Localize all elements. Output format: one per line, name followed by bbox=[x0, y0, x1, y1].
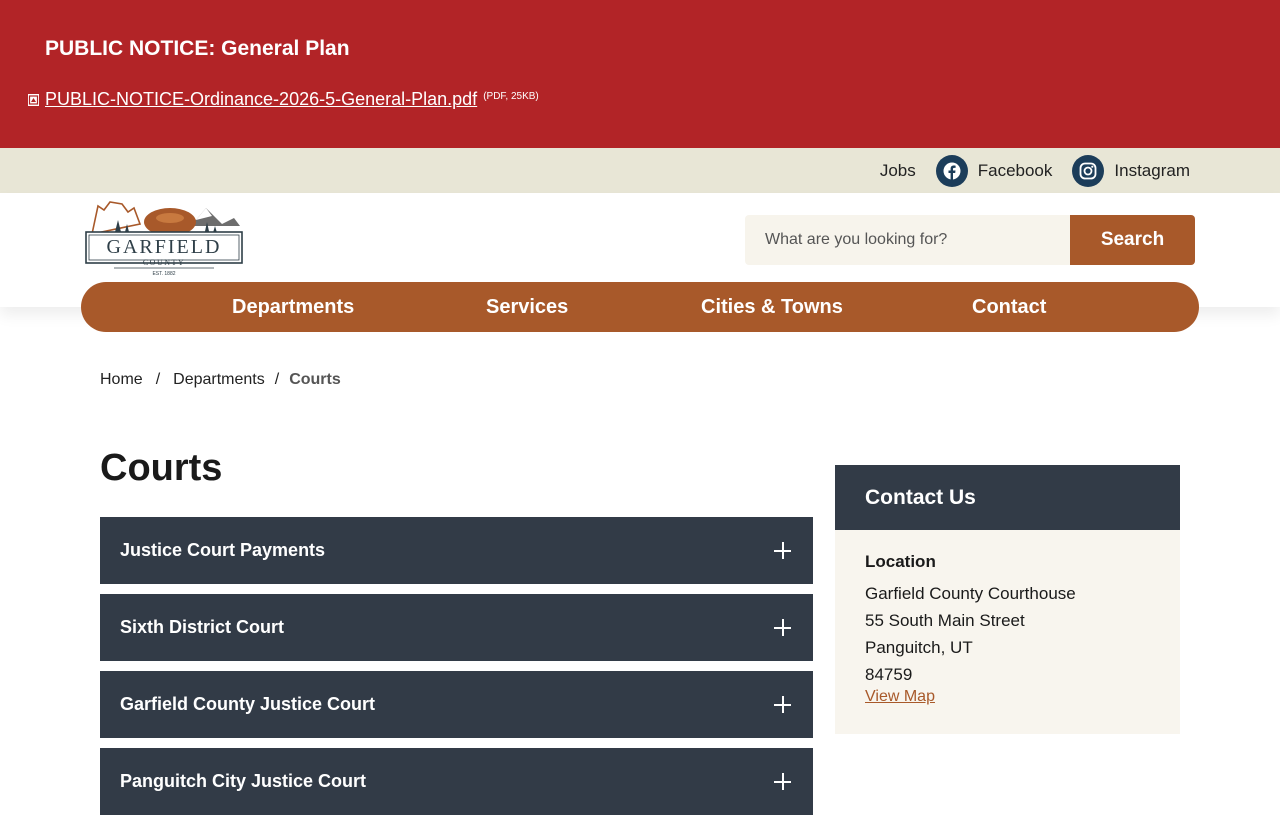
search-button[interactable]: Search bbox=[1070, 215, 1195, 265]
pdf-icon bbox=[27, 93, 40, 107]
notice-pdf-link[interactable]: PUBLIC-NOTICE-Ordinance-2026-5-General-P… bbox=[45, 89, 477, 110]
logo-est: EST. 1882 bbox=[152, 271, 175, 277]
courts-accordion: Justice Court Payments Sixth District Co… bbox=[100, 517, 813, 825]
accordion-label: Panguitch City Justice Court bbox=[120, 771, 367, 791]
file-meta: (PDF, 25KB) bbox=[483, 91, 539, 102]
instagram-label: Instagram bbox=[1114, 160, 1190, 180]
page-title: Courts bbox=[100, 447, 223, 489]
logo-name: GARFIELD bbox=[107, 236, 222, 258]
garfield-county-logo[interactable]: GARFIELD COUNTY EST. 1882 bbox=[84, 196, 246, 278]
accordion-item-justice-court-payments[interactable]: Justice Court Payments bbox=[100, 517, 813, 584]
accordion-label: Justice Court Payments bbox=[120, 540, 326, 560]
breadcrumb-departments[interactable]: Departments bbox=[173, 371, 265, 389]
search-input[interactable] bbox=[745, 215, 1070, 265]
plus-icon bbox=[774, 773, 791, 790]
accordion-item-sixth-district-court[interactable]: Sixth District Court bbox=[100, 594, 813, 661]
logo-sub: COUNTY bbox=[143, 258, 185, 267]
accordion-item-panguitch-city-justice-court[interactable]: Panguitch City Justice Court bbox=[100, 748, 813, 815]
nav-departments[interactable]: Departments bbox=[232, 282, 354, 332]
breadcrumb-separator: / bbox=[155, 371, 161, 388]
accordion-item-garfield-county-justice-court[interactable]: Garfield County Justice Court bbox=[100, 671, 813, 738]
accordion-label: Garfield County Justice Court bbox=[120, 694, 376, 714]
view-map-link[interactable]: View Map bbox=[865, 688, 935, 706]
contact-body: Location Garfield County Courthouse 55 S… bbox=[835, 530, 1180, 734]
breadcrumb-separator: / bbox=[274, 371, 280, 388]
alert-banner: PUBLIC NOTICE: General Plan PUBLIC-NOTIC… bbox=[0, 0, 1280, 148]
breadcrumb-home[interactable]: Home bbox=[100, 371, 143, 389]
jobs-link[interactable]: Jobs bbox=[880, 161, 916, 181]
accordion-label: Sixth District Court bbox=[120, 617, 285, 637]
jobs-label: Jobs bbox=[879, 160, 916, 180]
facebook-link[interactable]: Facebook bbox=[935, 154, 1053, 187]
address-line: Panguitch, UT bbox=[865, 638, 973, 657]
breadcrumb-current: Courts bbox=[289, 371, 341, 388]
alert-file: PUBLIC-NOTICE-Ordinance-2026-5-General-P… bbox=[27, 89, 539, 110]
address-line: Garfield County Courthouse bbox=[865, 584, 1076, 603]
address-line: 84759 bbox=[865, 665, 913, 684]
contact-title: Contact Us bbox=[835, 465, 1180, 530]
instagram-link[interactable]: Instagram bbox=[1072, 154, 1190, 187]
utility-bar: Jobs Facebook Instagram bbox=[0, 148, 1280, 193]
nav-services[interactable]: Services bbox=[486, 282, 568, 332]
nav-cities-towns[interactable]: Cities & Towns bbox=[701, 282, 843, 332]
address-line: 55 South Main Street bbox=[865, 611, 1025, 630]
facebook-icon bbox=[935, 154, 968, 187]
contact-panel: Contact Us Location Garfield County Cour… bbox=[835, 465, 1180, 734]
facebook-label: Facebook bbox=[977, 160, 1053, 180]
breadcrumb: Home / Departments / Courts bbox=[100, 371, 341, 389]
main-nav: Departments Services Cities & Towns Cont… bbox=[81, 282, 1199, 332]
plus-icon bbox=[774, 696, 791, 713]
alert-title: PUBLIC NOTICE: General Plan bbox=[45, 37, 350, 60]
plus-icon bbox=[774, 619, 791, 636]
location-label: Location bbox=[865, 552, 936, 571]
nav-contact[interactable]: Contact bbox=[972, 282, 1046, 332]
instagram-icon bbox=[1072, 154, 1105, 187]
plus-icon bbox=[774, 542, 791, 559]
